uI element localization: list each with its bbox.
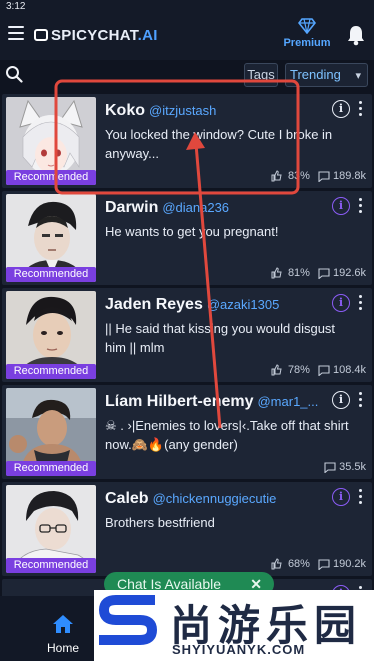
- chat-count: 190.2k: [332, 558, 366, 570]
- chat-bubble-logo-icon: [34, 29, 48, 41]
- chats-stat: 192.6k: [318, 267, 366, 279]
- character-name: Darwin @diana236: [105, 199, 230, 216]
- recommended-badge: Recommended: [6, 558, 96, 573]
- card-stats: 83% 189.8k: [271, 170, 366, 182]
- chat-bubble-icon: [324, 461, 336, 473]
- chat-bubble-icon: [318, 267, 330, 279]
- info-icon[interactable]: i: [332, 197, 350, 215]
- chats-stat: 189.8k: [318, 170, 366, 182]
- character-name: Lίam Hilbert-enemy @mar1_...: [105, 393, 319, 410]
- creator-handle[interactable]: @azaki1305: [207, 297, 279, 312]
- thumbs-up-down-icon: [271, 558, 282, 570]
- chat-count: 108.4k: [332, 364, 366, 376]
- creator-handle[interactable]: @itzjustash: [149, 103, 216, 118]
- card-stats: 78% 108.4k: [271, 364, 366, 376]
- chat-count: 192.6k: [332, 267, 366, 279]
- more-options-icon[interactable]: [357, 101, 363, 117]
- character-description: You locked the window? Cute I broke in a…: [105, 127, 333, 161]
- nav-home-label: Home: [46, 641, 79, 655]
- character-description: ☠︎ . ›|Enemies to lovers|‹.Take off that…: [105, 418, 349, 452]
- thumbs-up-down-icon: [271, 364, 282, 376]
- character-name: Caleb @chickennuggiecutie: [105, 490, 277, 507]
- card-stats: 68% 190.2k: [271, 558, 366, 570]
- app-logo[interactable]: SPICYCHAT.AI: [34, 24, 158, 46]
- sort-dropdown[interactable]: Trending ▾: [285, 63, 368, 87]
- rating-value: 83%: [287, 170, 310, 182]
- chat-bubble-icon: [318, 170, 330, 182]
- thumbs-up-down-icon: [271, 267, 282, 279]
- rating-stat: 81%: [271, 267, 310, 279]
- info-icon[interactable]: i: [332, 294, 350, 312]
- rating-value: 81%: [287, 267, 310, 279]
- rating-stat: 68%: [271, 558, 310, 570]
- character-card[interactable]: Recommended Koko @itzjustash You locked t…: [2, 94, 372, 188]
- character-description: Brothers bestfriend: [105, 515, 215, 530]
- character-card[interactable]: Recommended Caleb @chickennuggiecutie Bro…: [2, 482, 372, 576]
- bell-icon[interactable]: [346, 24, 366, 46]
- more-options-icon[interactable]: [357, 392, 363, 408]
- recommended-badge: Recommended: [6, 170, 96, 185]
- more-options-icon[interactable]: [357, 295, 363, 311]
- character-description: He wants to get you pregnant!: [105, 224, 279, 239]
- chats-stat: 35.5k: [324, 461, 366, 473]
- status-time: 3:12: [6, 1, 26, 12]
- sort-dropdown-value: Trending: [290, 67, 341, 82]
- logo-text: SPICYCHAT.AI: [51, 26, 158, 44]
- thumbs-up-down-icon: [271, 170, 282, 182]
- recommended-badge: Recommended: [6, 461, 96, 476]
- rating-stat: 78%: [271, 364, 310, 376]
- info-icon[interactable]: i: [332, 100, 350, 118]
- watermark-logo-icon: [98, 595, 158, 645]
- chats-stat: 108.4k: [318, 364, 366, 376]
- character-name: Koko @itzjustash: [105, 102, 217, 119]
- creator-handle[interactable]: @chickennuggiecutie: [153, 491, 277, 506]
- toolbar: Tags Trending ▾: [0, 60, 374, 90]
- character-description: || He said that kissing you would disgus…: [105, 321, 336, 355]
- creator-handle[interactable]: @diana236: [162, 200, 229, 215]
- creator-handle[interactable]: @mar1_...: [257, 394, 318, 409]
- chat-count: 189.8k: [332, 170, 366, 182]
- diamond-icon: [298, 18, 316, 34]
- chat-bubble-icon: [318, 364, 330, 376]
- premium-label: Premium: [283, 37, 331, 49]
- recommended-badge: Recommended: [6, 364, 96, 379]
- site-watermark: 尚游乐园 SHYIYUANYK.COM: [94, 590, 374, 661]
- nav-home[interactable]: Home: [36, 614, 90, 655]
- character-card[interactable]: Recommended Jaden Reyes @azaki1305 || He …: [2, 288, 372, 382]
- recommended-badge: Recommended: [6, 267, 96, 282]
- rating-stat: 83%: [271, 170, 310, 182]
- character-card[interactable]: Recommended Lίam Hilbert-enemy @mar1_... …: [2, 385, 372, 479]
- rating-value: 68%: [287, 558, 310, 570]
- card-stats: 81% 192.6k: [271, 267, 366, 279]
- info-icon[interactable]: i: [332, 488, 350, 506]
- chats-stat: 190.2k: [318, 558, 366, 570]
- status-bar: 3:12: [0, 0, 374, 14]
- more-options-icon[interactable]: [357, 489, 363, 505]
- watermark-subtitle: SHYIYUANYK.COM: [172, 642, 306, 657]
- search-icon[interactable]: [5, 65, 23, 83]
- app-header: SPICYCHAT.AI Premium: [0, 14, 374, 60]
- hamburger-menu-icon[interactable]: [8, 26, 24, 40]
- character-name: Jaden Reyes @azaki1305: [105, 296, 280, 313]
- premium-button[interactable]: Premium: [278, 18, 336, 56]
- card-stats: 35.5k: [324, 461, 366, 473]
- tags-button[interactable]: Tags: [244, 63, 278, 87]
- chat-count: 35.5k: [339, 461, 366, 473]
- rating-value: 78%: [287, 364, 310, 376]
- character-card[interactable]: Recommended Darwin @diana236 He wants to …: [2, 191, 372, 285]
- more-options-icon[interactable]: [357, 198, 363, 214]
- info-icon[interactable]: i: [332, 391, 350, 409]
- home-icon: [53, 615, 73, 633]
- chevron-down-icon: ▾: [355, 70, 361, 82]
- chat-bubble-icon: [318, 558, 330, 570]
